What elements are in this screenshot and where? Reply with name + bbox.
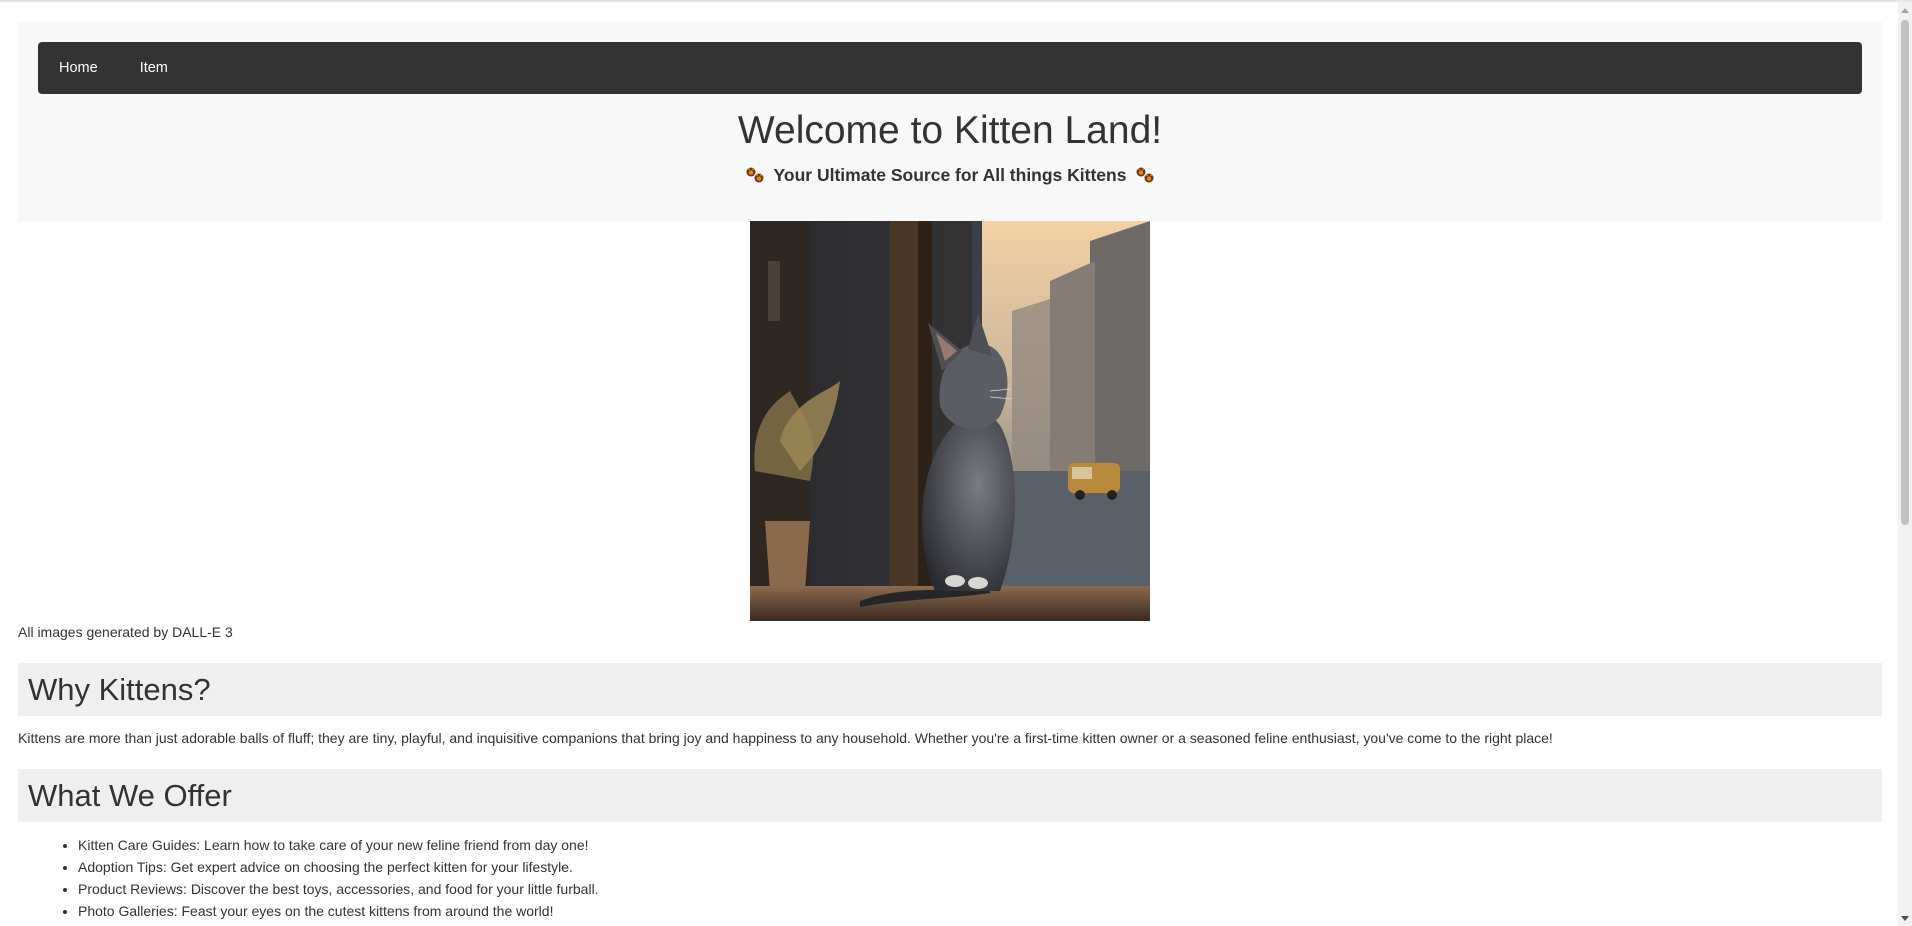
why-kittens-text: Kittens are more than just adorable ball…	[18, 730, 1553, 746]
vertical-scrollbar[interactable]	[1898, 2, 1912, 926]
nav-link-item[interactable]: Item	[119, 42, 189, 94]
scroll-up-arrow-icon[interactable]	[1901, 8, 1909, 13]
hero-kitten-image	[750, 221, 1150, 621]
page-title: Welcome to Kitten Land!	[737, 109, 1163, 152]
list-item: Kitten Care Guides: Learn how to take ca…	[78, 834, 599, 856]
scroll-down-arrow-icon[interactable]	[1901, 916, 1909, 921]
tagline-text: Your Ultimate Source for All things Kitt…	[773, 164, 1127, 185]
offer-list: Kitten Care Guides: Learn how to take ca…	[18, 834, 599, 922]
nav-link-home[interactable]: Home	[38, 42, 119, 94]
list-item: Product Reviews: Discover the best toys,…	[78, 878, 599, 900]
page-viewport: Home Item Welcome to Kitten Land! Your U…	[0, 2, 1894, 926]
why-kittens-heading: Why Kittens?	[18, 663, 1882, 716]
image-credit: All images generated by DALL-E 3	[18, 624, 233, 640]
paw-prints-icon	[1136, 167, 1154, 183]
what-we-offer-heading: What We Offer	[18, 769, 1882, 822]
list-item: Adoption Tips: Get expert advice on choo…	[78, 856, 599, 878]
list-item: Photo Galleries: Feast your eyes on the …	[78, 900, 599, 922]
tagline: Your Ultimate Source for All things Kitt…	[18, 164, 1882, 186]
kitten-window-illustration	[750, 221, 1150, 621]
navbar: Home Item	[38, 42, 1862, 94]
scrollbar-thumb[interactable]	[1901, 20, 1909, 525]
site-header: Home Item Welcome to Kitten Land! Your U…	[18, 22, 1882, 222]
paw-prints-icon	[746, 167, 764, 183]
